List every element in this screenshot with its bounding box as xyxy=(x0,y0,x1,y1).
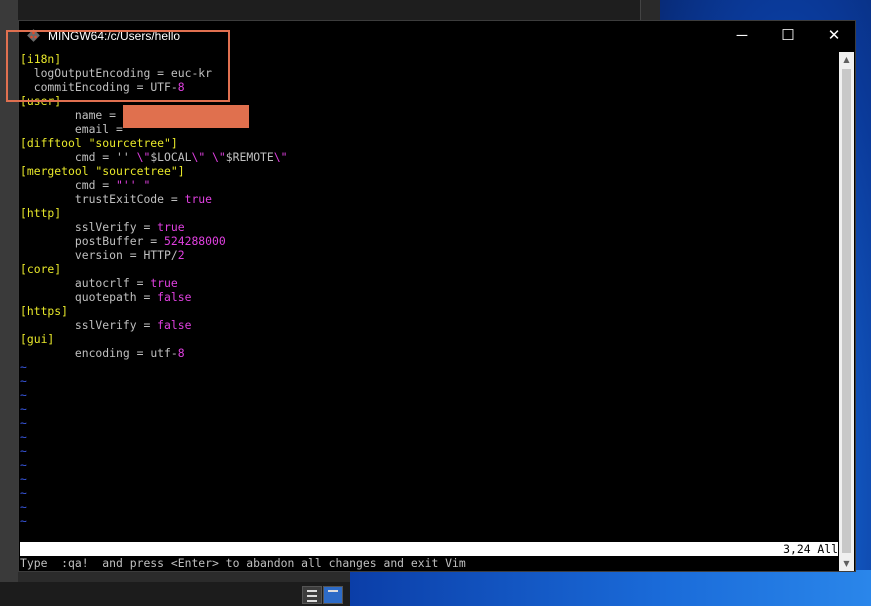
taskbar xyxy=(0,582,350,606)
config-key: trustExitCode = xyxy=(20,192,185,206)
empty-line-tilde: ~ xyxy=(20,444,27,458)
editor-line: [core] xyxy=(20,262,838,276)
terminal-window: MINGW64:/c/Users/hello ─ ☐ ✕ [i18n] logO… xyxy=(18,20,856,572)
maximize-button[interactable]: ☐ xyxy=(765,21,811,51)
scroll-up-arrow-icon[interactable]: ▲ xyxy=(839,52,854,67)
config-key: cmd = xyxy=(20,178,117,192)
config-value: false xyxy=(157,318,192,332)
config-value-part: HTTP/ xyxy=(143,248,178,262)
config-section-header: [core] xyxy=(20,262,62,276)
config-key: email = xyxy=(20,122,130,136)
editor-line: cmd = "'' " xyxy=(20,178,838,192)
empty-line-tilde: ~ xyxy=(20,486,27,500)
redaction-block xyxy=(122,105,249,128)
empty-line-tilde: ~ xyxy=(20,472,27,486)
empty-line-tilde: ~ xyxy=(20,458,27,472)
config-value: true xyxy=(184,192,213,206)
minimize-button[interactable]: ─ xyxy=(719,21,765,51)
editor-line: [https] xyxy=(20,304,838,318)
config-value-part: \" xyxy=(191,150,213,164)
config-value-part: \" xyxy=(212,150,226,164)
config-value-part: utf- xyxy=(150,346,178,360)
config-value: false xyxy=(157,290,192,304)
editor-line: encoding = utf-8 xyxy=(20,346,838,360)
editor-line: trustExitCode = true xyxy=(20,192,838,206)
editor-line: [mergetool "sourcetree"] xyxy=(20,164,838,178)
editor-line: [http] xyxy=(20,206,838,220)
editor-line: [gui] xyxy=(20,332,838,346)
config-value-part: \" xyxy=(136,150,151,164)
editor-line: version = HTTP/2 xyxy=(20,248,838,262)
config-key: encoding = xyxy=(20,346,151,360)
background-app-top xyxy=(0,0,660,20)
config-value: "'' " xyxy=(116,178,151,192)
empty-line-tilde: ~ xyxy=(20,430,27,444)
taskbar-window-icon[interactable] xyxy=(323,586,343,604)
scroll-thumb[interactable] xyxy=(842,69,851,553)
status-cursor-position: 3,24 All xyxy=(783,542,838,556)
scroll-down-arrow-icon[interactable]: ▼ xyxy=(839,556,854,571)
editor-line: postBuffer = 524288000 xyxy=(20,234,838,248)
config-key: sslVerify = xyxy=(20,318,158,332)
editor-line: [difftool "sourcetree"] xyxy=(20,136,838,150)
editor-line: cmd = '' \"$LOCAL\" \"$REMOTE\" xyxy=(20,150,838,164)
annotation-highlight-box xyxy=(6,30,230,102)
config-value-part: $LOCAL xyxy=(150,150,192,164)
config-key: postBuffer = xyxy=(20,234,165,248)
vim-message-line: Type :qa! and press <Enter> to abandon a… xyxy=(20,556,466,570)
desktop-wallpaper-bottom xyxy=(350,570,871,606)
editor-line: sslVerify = false xyxy=(20,318,838,332)
config-section-header: [http] xyxy=(20,206,62,220)
config-key: sslVerify = xyxy=(20,220,158,234)
empty-line-tilde: ~ xyxy=(20,388,27,402)
config-section-header: [difftool "sourcetree"] xyxy=(20,136,178,150)
config-key: quotepath = xyxy=(20,290,158,304)
config-key: cmd = '' xyxy=(20,150,137,164)
empty-line-tilde: ~ xyxy=(20,514,27,528)
config-value-part: 2 xyxy=(177,248,185,262)
config-key: name = xyxy=(20,108,123,122)
config-value-part: $REMOTE xyxy=(225,150,274,164)
config-section-header: [https] xyxy=(20,304,69,318)
empty-line-tilde: ~ xyxy=(20,500,27,514)
empty-line-tilde: ~ xyxy=(20,360,27,374)
config-section-header: [mergetool "sourcetree"] xyxy=(20,164,185,178)
config-value: true xyxy=(150,276,178,290)
empty-line-tilde: ~ xyxy=(20,416,27,430)
editor-line: sslVerify = true xyxy=(20,220,838,234)
config-value-part: 8 xyxy=(177,346,185,360)
config-key: autocrlf = xyxy=(20,276,151,290)
vim-status-line: C:/Users/hello/.gitconfig[+] [unix] (16:… xyxy=(20,542,838,570)
editor-line: quotepath = false xyxy=(20,290,838,304)
vertical-scrollbar[interactable]: ▲ ▼ xyxy=(839,52,854,571)
config-value: 524288000 xyxy=(164,234,226,248)
taskbar-list-icon[interactable] xyxy=(302,586,322,604)
empty-line-tilde: ~ xyxy=(20,374,27,388)
vim-editor-buffer[interactable]: [i18n] logOutputEncoding = euc-kr commit… xyxy=(20,52,838,560)
editor-line: name = xyxy=(20,105,838,128)
config-section-header: [gui] xyxy=(20,332,55,346)
config-key: version = xyxy=(20,248,144,262)
config-value-part: \" xyxy=(273,150,288,164)
background-app-strip xyxy=(640,0,661,22)
config-value: true xyxy=(157,220,185,234)
empty-line-tilde: ~ xyxy=(20,402,27,416)
close-button[interactable]: ✕ xyxy=(811,21,857,51)
editor-line: autocrlf = true xyxy=(20,276,838,290)
